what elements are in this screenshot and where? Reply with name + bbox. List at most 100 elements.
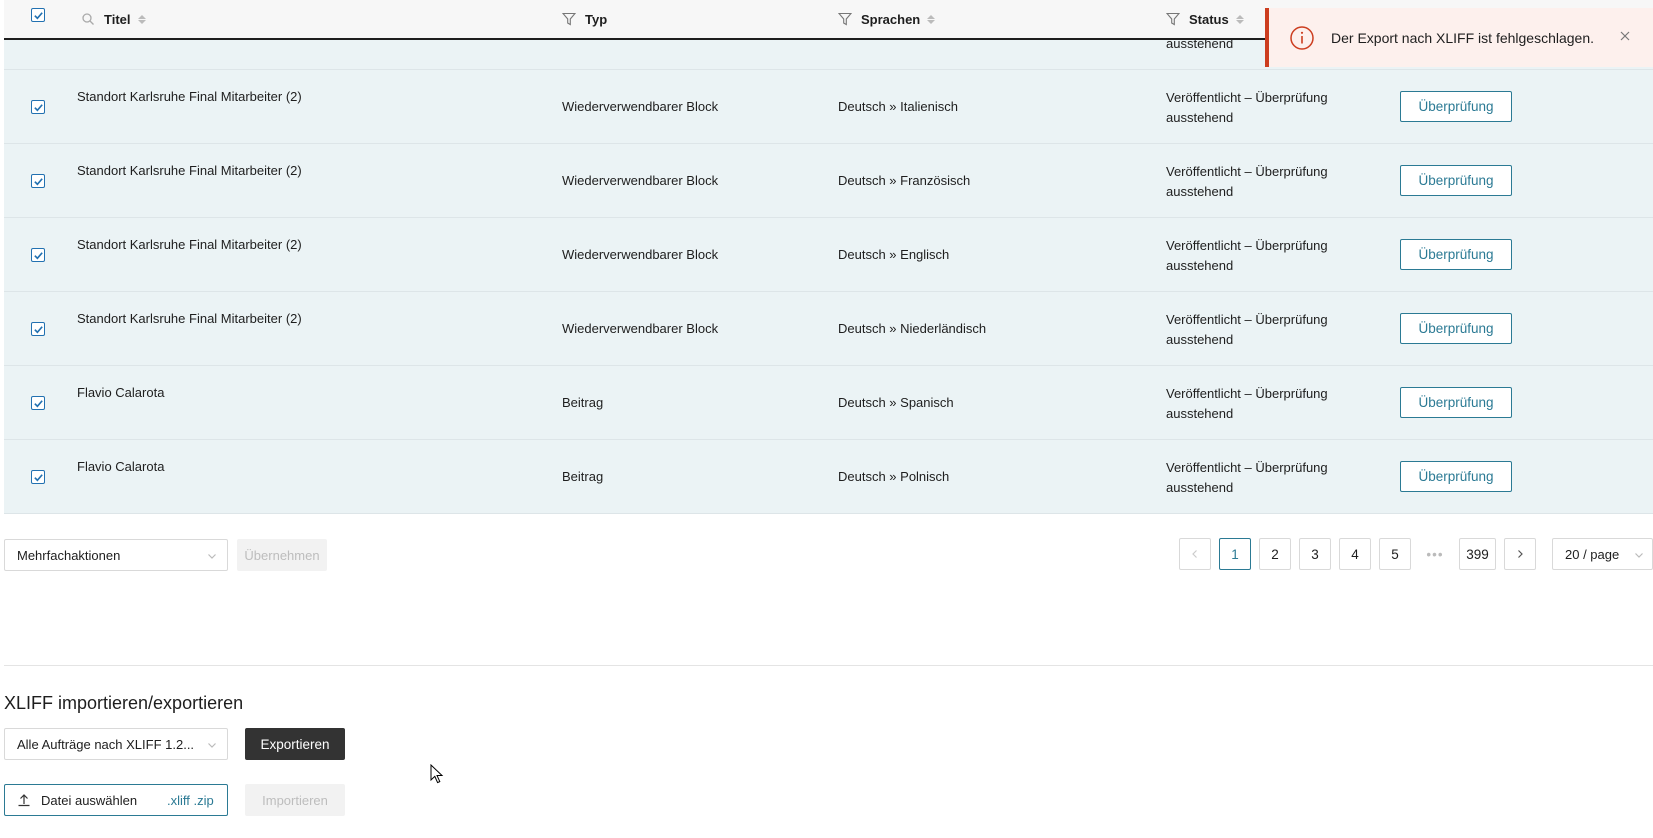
- sort-icon[interactable]: [137, 14, 146, 24]
- chevron-down-icon: [1635, 553, 1643, 558]
- row-type: Beitrag: [562, 469, 604, 484]
- table-row: Standort Karlsruhe Final Mitarbeiter (2)…: [4, 144, 1653, 218]
- row-languages: Deutsch » Niederländisch: [838, 321, 987, 336]
- page-5[interactable]: 5: [1379, 538, 1411, 570]
- row-status: Veröffentlicht – Überprüfung ausstehend: [1166, 164, 1328, 199]
- row-languages: Deutsch » Englisch: [838, 247, 950, 262]
- row-title[interactable]: Standort Karlsruhe Final Mitarbeiter (2): [77, 311, 302, 326]
- xliff-section-title: XLIFF importieren/exportieren: [4, 693, 244, 713]
- row-languages: Deutsch » Spanisch: [838, 395, 954, 410]
- filter-icon[interactable]: [838, 12, 852, 26]
- chevron-right-icon: [1518, 550, 1523, 558]
- close-icon[interactable]: [1619, 30, 1631, 42]
- mouse-cursor-icon: [430, 764, 444, 784]
- table-row: Standort Karlsruhe Final Mitarbeiter (2)…: [4, 70, 1653, 144]
- sort-icon[interactable]: [1235, 14, 1244, 24]
- review-button[interactable]: Überprüfung: [1400, 387, 1512, 418]
- table-row: Standort Karlsruhe Final Mitarbeiter (2)…: [4, 218, 1653, 292]
- export-format-label: Alle Aufträge nach XLIFF 1.2...: [17, 736, 195, 752]
- choose-file-label: Datei auswählen: [41, 792, 138, 808]
- row-type: Wiederverwendbarer Block: [562, 247, 719, 262]
- row-checkbox[interactable]: [31, 248, 45, 262]
- row-title[interactable]: Standort Karlsruhe Final Mitarbeiter (2): [77, 163, 302, 178]
- row-title[interactable]: Standort Karlsruhe Final Mitarbeiter (2): [77, 89, 302, 104]
- row-type: Wiederverwendbarer Block: [562, 321, 719, 336]
- row-title[interactable]: Standort Karlsruhe Final Mitarbeiter (2): [77, 237, 302, 252]
- page-size-label: 20 / page: [1565, 546, 1620, 562]
- column-languages[interactable]: Sprachen: [838, 0, 936, 38]
- page-3[interactable]: 3: [1299, 538, 1331, 570]
- column-languages-label: Sprachen: [861, 11, 921, 27]
- row-checkbox[interactable]: [31, 322, 45, 336]
- error-notification: Der Export nach XLIFF ist fehlgeschlagen…: [1265, 8, 1653, 67]
- page-4[interactable]: 4: [1339, 538, 1371, 570]
- import-button[interactable]: Importieren: [245, 784, 345, 816]
- column-type[interactable]: Typ: [562, 0, 607, 38]
- column-title-label: Titel: [104, 11, 131, 27]
- info-icon: [1290, 25, 1314, 50]
- chevron-down-icon: [208, 554, 216, 559]
- row-checkbox[interactable]: [31, 470, 45, 484]
- check-icon: [33, 325, 43, 333]
- export-button[interactable]: Exportieren: [245, 728, 345, 760]
- review-button[interactable]: Überprüfung: [1400, 239, 1512, 270]
- column-status[interactable]: Status: [1166, 0, 1244, 38]
- column-status-label: Status: [1189, 11, 1229, 27]
- row-type: Beitrag: [562, 395, 604, 410]
- page-ellipsis[interactable]: •••: [1419, 538, 1451, 570]
- row-status: Veröffentlicht – Überprüfung ausstehend: [1166, 90, 1328, 125]
- row-title[interactable]: Flavio Calarota: [77, 385, 164, 400]
- check-icon: [33, 399, 43, 407]
- row-status: Veröffentlicht – Überprüfung ausstehend: [1166, 386, 1328, 421]
- table-row: Flavio Calarota Beitrag Deutsch » Spanis…: [4, 366, 1653, 440]
- upload-icon: [18, 794, 30, 807]
- next-page-button[interactable]: [1504, 538, 1536, 570]
- section-divider: [4, 665, 1653, 666]
- check-icon: [33, 177, 43, 185]
- row-status: Veröffentlicht – Überprüfung ausstehend: [1166, 460, 1328, 495]
- chevron-down-icon: [208, 743, 216, 748]
- review-button[interactable]: Überprüfung: [1400, 91, 1512, 122]
- row-status: Veröffentlicht – Überprüfung ausstehend: [1166, 312, 1328, 347]
- review-button[interactable]: Überprüfung: [1400, 165, 1512, 196]
- filter-icon[interactable]: [1166, 12, 1180, 26]
- row-languages: Deutsch » Italienisch: [838, 99, 958, 114]
- check-icon: [33, 251, 43, 259]
- bulk-actions-select[interactable]: Mehrfachaktionen: [4, 539, 228, 571]
- page-size-select[interactable]: 20 / page: [1552, 538, 1653, 570]
- check-icon: [33, 11, 43, 19]
- choose-file-button[interactable]: Datei auswählen .xliff .zip: [4, 784, 228, 816]
- export-format-select[interactable]: Alle Aufträge nach XLIFF 1.2...: [4, 728, 228, 760]
- row-status: Veröffentlicht – Überprüfung ausstehend: [1166, 238, 1328, 273]
- row-type: Wiederverwendbarer Block: [562, 99, 719, 114]
- select-all-checkbox[interactable]: [31, 8, 45, 22]
- prev-page-button[interactable]: [1179, 538, 1211, 570]
- row-checkbox[interactable]: [31, 100, 45, 114]
- notification-message: Der Export nach XLIFF ist fehlgeschlagen…: [1331, 29, 1595, 46]
- page-last[interactable]: 399: [1459, 538, 1496, 570]
- table-body: Standort Karlsruhe Final Mitarbeiter (2)…: [4, 70, 1653, 514]
- row-type: Wiederverwendbarer Block: [562, 173, 719, 188]
- row-languages: Deutsch » Polnisch: [838, 469, 950, 484]
- table-row: Standort Karlsruhe Final Mitarbeiter (2)…: [4, 292, 1653, 366]
- page-1[interactable]: 1: [1219, 538, 1251, 570]
- row-checkbox[interactable]: [31, 396, 45, 410]
- filter-icon[interactable]: [562, 12, 576, 26]
- page-2[interactable]: 2: [1259, 538, 1291, 570]
- check-icon: [33, 473, 43, 481]
- column-title[interactable]: Titel: [81, 0, 146, 38]
- apply-button[interactable]: Übernehmen: [237, 539, 327, 571]
- check-icon: [33, 103, 43, 111]
- row-status: ausstehend: [1166, 36, 1234, 51]
- bulk-actions-label: Mehrfachaktionen: [17, 547, 121, 563]
- row-checkbox[interactable]: [31, 174, 45, 188]
- table-row: Flavio Calarota Beitrag Deutsch » Polnis…: [4, 440, 1653, 514]
- chevron-left-icon: [1192, 550, 1197, 558]
- search-icon[interactable]: [81, 12, 95, 26]
- review-button[interactable]: Überprüfung: [1400, 313, 1512, 344]
- sort-icon[interactable]: [927, 14, 936, 24]
- allowed-extensions: .xliff .zip: [167, 792, 214, 808]
- row-title[interactable]: Flavio Calarota: [77, 459, 164, 474]
- review-button[interactable]: Überprüfung: [1400, 461, 1512, 492]
- row-languages: Deutsch » Französisch: [838, 173, 971, 188]
